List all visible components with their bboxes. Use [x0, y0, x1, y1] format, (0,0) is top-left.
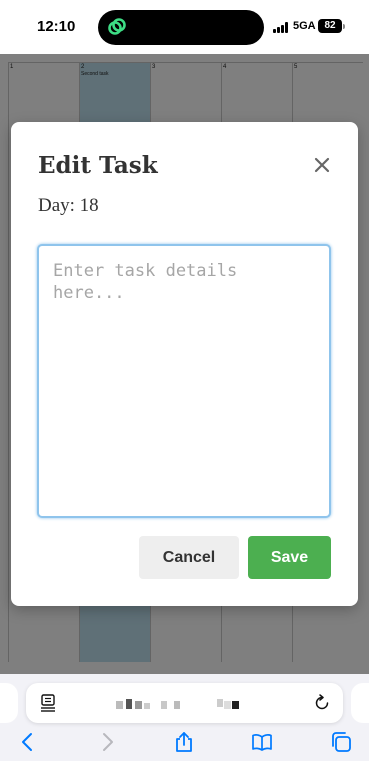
dynamic-island: [98, 10, 264, 45]
linked-circles-icon: [108, 18, 126, 35]
browser-toolbar: [0, 674, 369, 761]
status-time: 12:10: [37, 18, 76, 35]
reload-icon[interactable]: [313, 694, 331, 712]
chevron-left-icon[interactable]: [17, 731, 39, 753]
battery-tip: [343, 24, 345, 29]
cellular-signal-icon: [273, 22, 291, 33]
cancel-button[interactable]: Cancel: [139, 536, 239, 579]
modal-title: Edit Task: [38, 152, 158, 179]
edit-task-modal: Edit Task Day: 18 Cancel Save: [11, 122, 358, 606]
book-icon[interactable]: [251, 731, 273, 753]
network-label: 5GA: [293, 20, 316, 32]
task-details-input[interactable]: [37, 244, 331, 518]
close-icon[interactable]: [311, 154, 333, 176]
next-tab-preview[interactable]: [351, 683, 369, 723]
battery-icon: 82: [318, 19, 342, 33]
previous-tab-preview[interactable]: [0, 683, 18, 723]
address-bar[interactable]: [26, 683, 343, 723]
status-bar: 12:10 5GA 82: [0, 0, 369, 54]
reader-mode-icon[interactable]: [40, 694, 56, 712]
day-label: Day: 18: [38, 195, 99, 216]
save-button[interactable]: Save: [248, 536, 331, 579]
url-text-redacted: [116, 697, 256, 709]
tabs-icon[interactable]: [330, 731, 352, 753]
share-icon[interactable]: [173, 731, 195, 753]
chevron-right-icon[interactable]: [96, 731, 118, 753]
